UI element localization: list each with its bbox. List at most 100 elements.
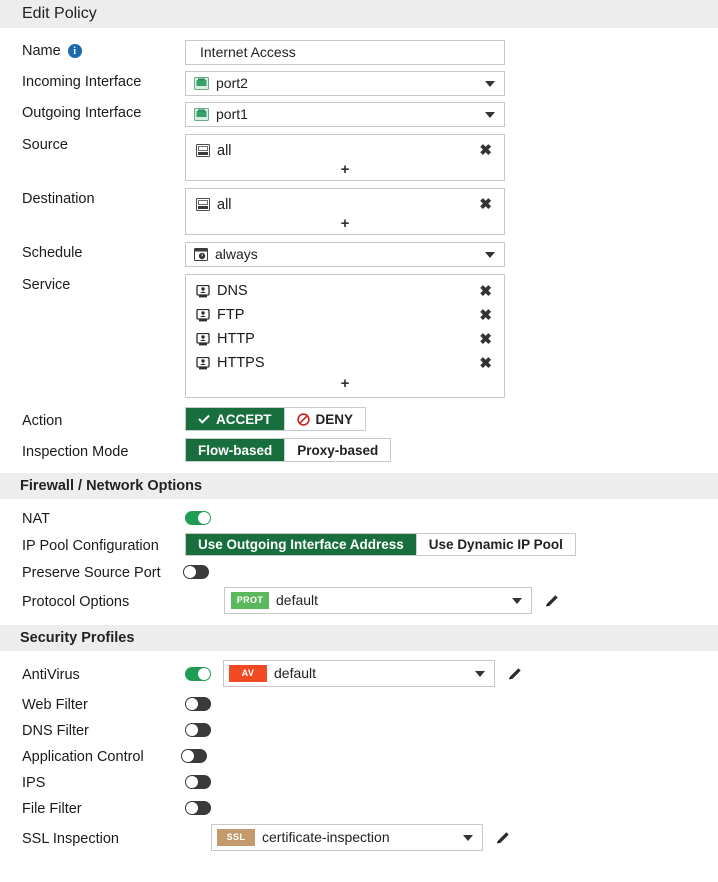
service-icon	[196, 332, 210, 346]
row-source: Source all ✖ +	[0, 134, 718, 181]
service-icon	[196, 308, 210, 322]
label-inspection-mode: Inspection Mode	[22, 443, 129, 460]
label-source: Source	[22, 137, 68, 153]
ips-toggle[interactable]	[185, 774, 211, 789]
field-application-control	[181, 748, 718, 763]
label-ip-pool-configuration: IP Pool Configuration	[22, 538, 159, 554]
list-item[interactable]: all ✖	[186, 140, 504, 161]
schedule-select[interactable]: always	[185, 242, 505, 267]
label-dns-filter: DNS Filter	[22, 723, 89, 739]
field-incoming-interface: port2	[185, 71, 718, 96]
ssl-inspection-profile-select[interactable]: SSL certificate-inspection	[211, 824, 483, 851]
remove-icon[interactable]: ✖	[479, 143, 492, 158]
field-source: all ✖ +	[185, 134, 718, 181]
field-file-filter	[185, 800, 718, 815]
antivirus-profile-select[interactable]: AV default	[223, 660, 495, 687]
label-action: Action	[22, 412, 63, 429]
row-action: Action ACCEPT DENY	[0, 407, 718, 431]
row-service: Service DNS ✖ FTP ✖ HTTP ✖ HTTPS ✖ +	[0, 274, 718, 398]
remove-icon[interactable]: ✖	[479, 356, 492, 371]
incoming-interface-value: port2	[216, 75, 248, 91]
nat-toggle[interactable]	[185, 510, 211, 525]
protocol-options-badge: PROT	[231, 592, 269, 609]
remove-icon[interactable]: ✖	[479, 332, 492, 347]
add-service-button[interactable]: +	[186, 375, 504, 397]
outgoing-interface-select[interactable]: port1	[185, 102, 505, 127]
pencil-icon[interactable]	[507, 666, 523, 682]
inspection-mode-segmented-control: Flow-based Proxy-based	[185, 438, 392, 462]
outgoing-interface-value: port1	[216, 106, 248, 122]
field-schedule: always	[185, 242, 718, 267]
add-source-button[interactable]: +	[186, 161, 504, 180]
action-deny-label: DENY	[315, 411, 354, 427]
chevron-down-icon	[485, 111, 495, 118]
service-listbox[interactable]: DNS ✖ FTP ✖ HTTP ✖ HTTPS ✖ +	[185, 274, 505, 398]
incoming-interface-select[interactable]: port2	[185, 71, 505, 96]
chevron-down-icon	[475, 670, 485, 677]
ssl-inspection-badge: SSL	[217, 829, 255, 846]
antivirus-profile-value: default	[274, 665, 317, 681]
schedule-value: always	[215, 246, 258, 262]
address-object-icon	[196, 144, 210, 157]
pencil-icon[interactable]	[544, 593, 560, 609]
row-nat: NAT	[0, 508, 718, 527]
inspection-mode-flow-based-button[interactable]: Flow-based	[186, 439, 286, 461]
inspection-mode-proxy-based-button[interactable]: Proxy-based	[285, 439, 391, 461]
list-item[interactable]: all ✖	[186, 194, 504, 215]
schedule-clock-icon	[194, 248, 208, 261]
label-schedule: Schedule	[22, 245, 83, 261]
antivirus-toggle[interactable]	[185, 666, 211, 681]
dns-filter-toggle[interactable]	[185, 722, 211, 737]
application-control-toggle[interactable]	[181, 748, 207, 763]
remove-icon[interactable]: ✖	[479, 197, 492, 212]
file-filter-toggle[interactable]	[185, 800, 211, 815]
label-antivirus: AntiVirus	[22, 667, 80, 683]
field-name: Internet Access	[185, 40, 718, 65]
field-nat	[185, 510, 718, 525]
action-segmented-control: ACCEPT DENY	[185, 407, 367, 431]
label-name: Name i	[22, 40, 185, 59]
ip-pool-use-dynamic-ip-pool-button[interactable]: Use Dynamic IP Pool	[416, 534, 575, 555]
label-file-filter: File Filter	[22, 801, 82, 817]
name-input[interactable]: Internet Access	[185, 40, 505, 65]
label-service: Service	[22, 277, 71, 293]
label-application-control: Application Control	[22, 749, 144, 765]
label-incoming-interface: Incoming Interface	[22, 74, 142, 90]
remove-icon[interactable]: ✖	[479, 284, 492, 299]
source-listbox[interactable]: all ✖ +	[185, 134, 505, 181]
add-destination-button[interactable]: +	[186, 215, 504, 234]
preserve-source-port-toggle[interactable]	[183, 564, 209, 579]
service-item-label: FTP	[217, 307, 245, 323]
list-item[interactable]: HTTP ✖	[186, 327, 504, 351]
label-destination: Destination	[22, 191, 95, 207]
chevron-down-icon	[485, 251, 495, 258]
destination-listbox[interactable]: all ✖ +	[185, 188, 505, 235]
protocol-options-select[interactable]: PROT default	[224, 587, 532, 614]
list-item[interactable]: DNS ✖	[186, 279, 504, 303]
pencil-icon[interactable]	[495, 830, 511, 846]
action-accept-label: ACCEPT	[216, 411, 272, 427]
chevron-down-icon	[512, 597, 522, 604]
list-item[interactable]: FTP ✖	[186, 303, 504, 327]
ip-pool-use-outgoing-interface-address-button[interactable]: Use Outgoing Interface Address	[186, 534, 417, 555]
row-ip-pool-configuration: IP Pool Configuration Use Outgoing Inter…	[0, 533, 718, 556]
service-item-label: HTTP	[217, 331, 255, 347]
action-accept-button[interactable]: ACCEPT	[186, 408, 285, 430]
remove-icon[interactable]: ✖	[479, 308, 492, 323]
check-icon	[198, 414, 210, 424]
label-web-filter: Web Filter	[22, 697, 88, 713]
label-ssl-inspection: SSL Inspection	[22, 831, 119, 847]
service-item-label: DNS	[217, 283, 248, 299]
network-port-icon	[194, 108, 209, 121]
action-deny-button[interactable]: DENY	[284, 408, 366, 430]
row-preserve-source-port: Preserve Source Port	[0, 562, 718, 581]
info-icon[interactable]: i	[67, 44, 82, 58]
row-dns-filter: DNS Filter	[0, 720, 718, 739]
list-item[interactable]: HTTPS ✖	[186, 351, 504, 375]
row-antivirus: AntiVirus AV default	[0, 660, 718, 687]
field-antivirus: AV default	[185, 660, 718, 687]
name-label-text: Name	[22, 43, 61, 59]
label-protocol-options: Protocol Options	[22, 594, 130, 610]
row-name: Name i Internet Access	[0, 40, 718, 65]
web-filter-toggle[interactable]	[185, 696, 211, 711]
